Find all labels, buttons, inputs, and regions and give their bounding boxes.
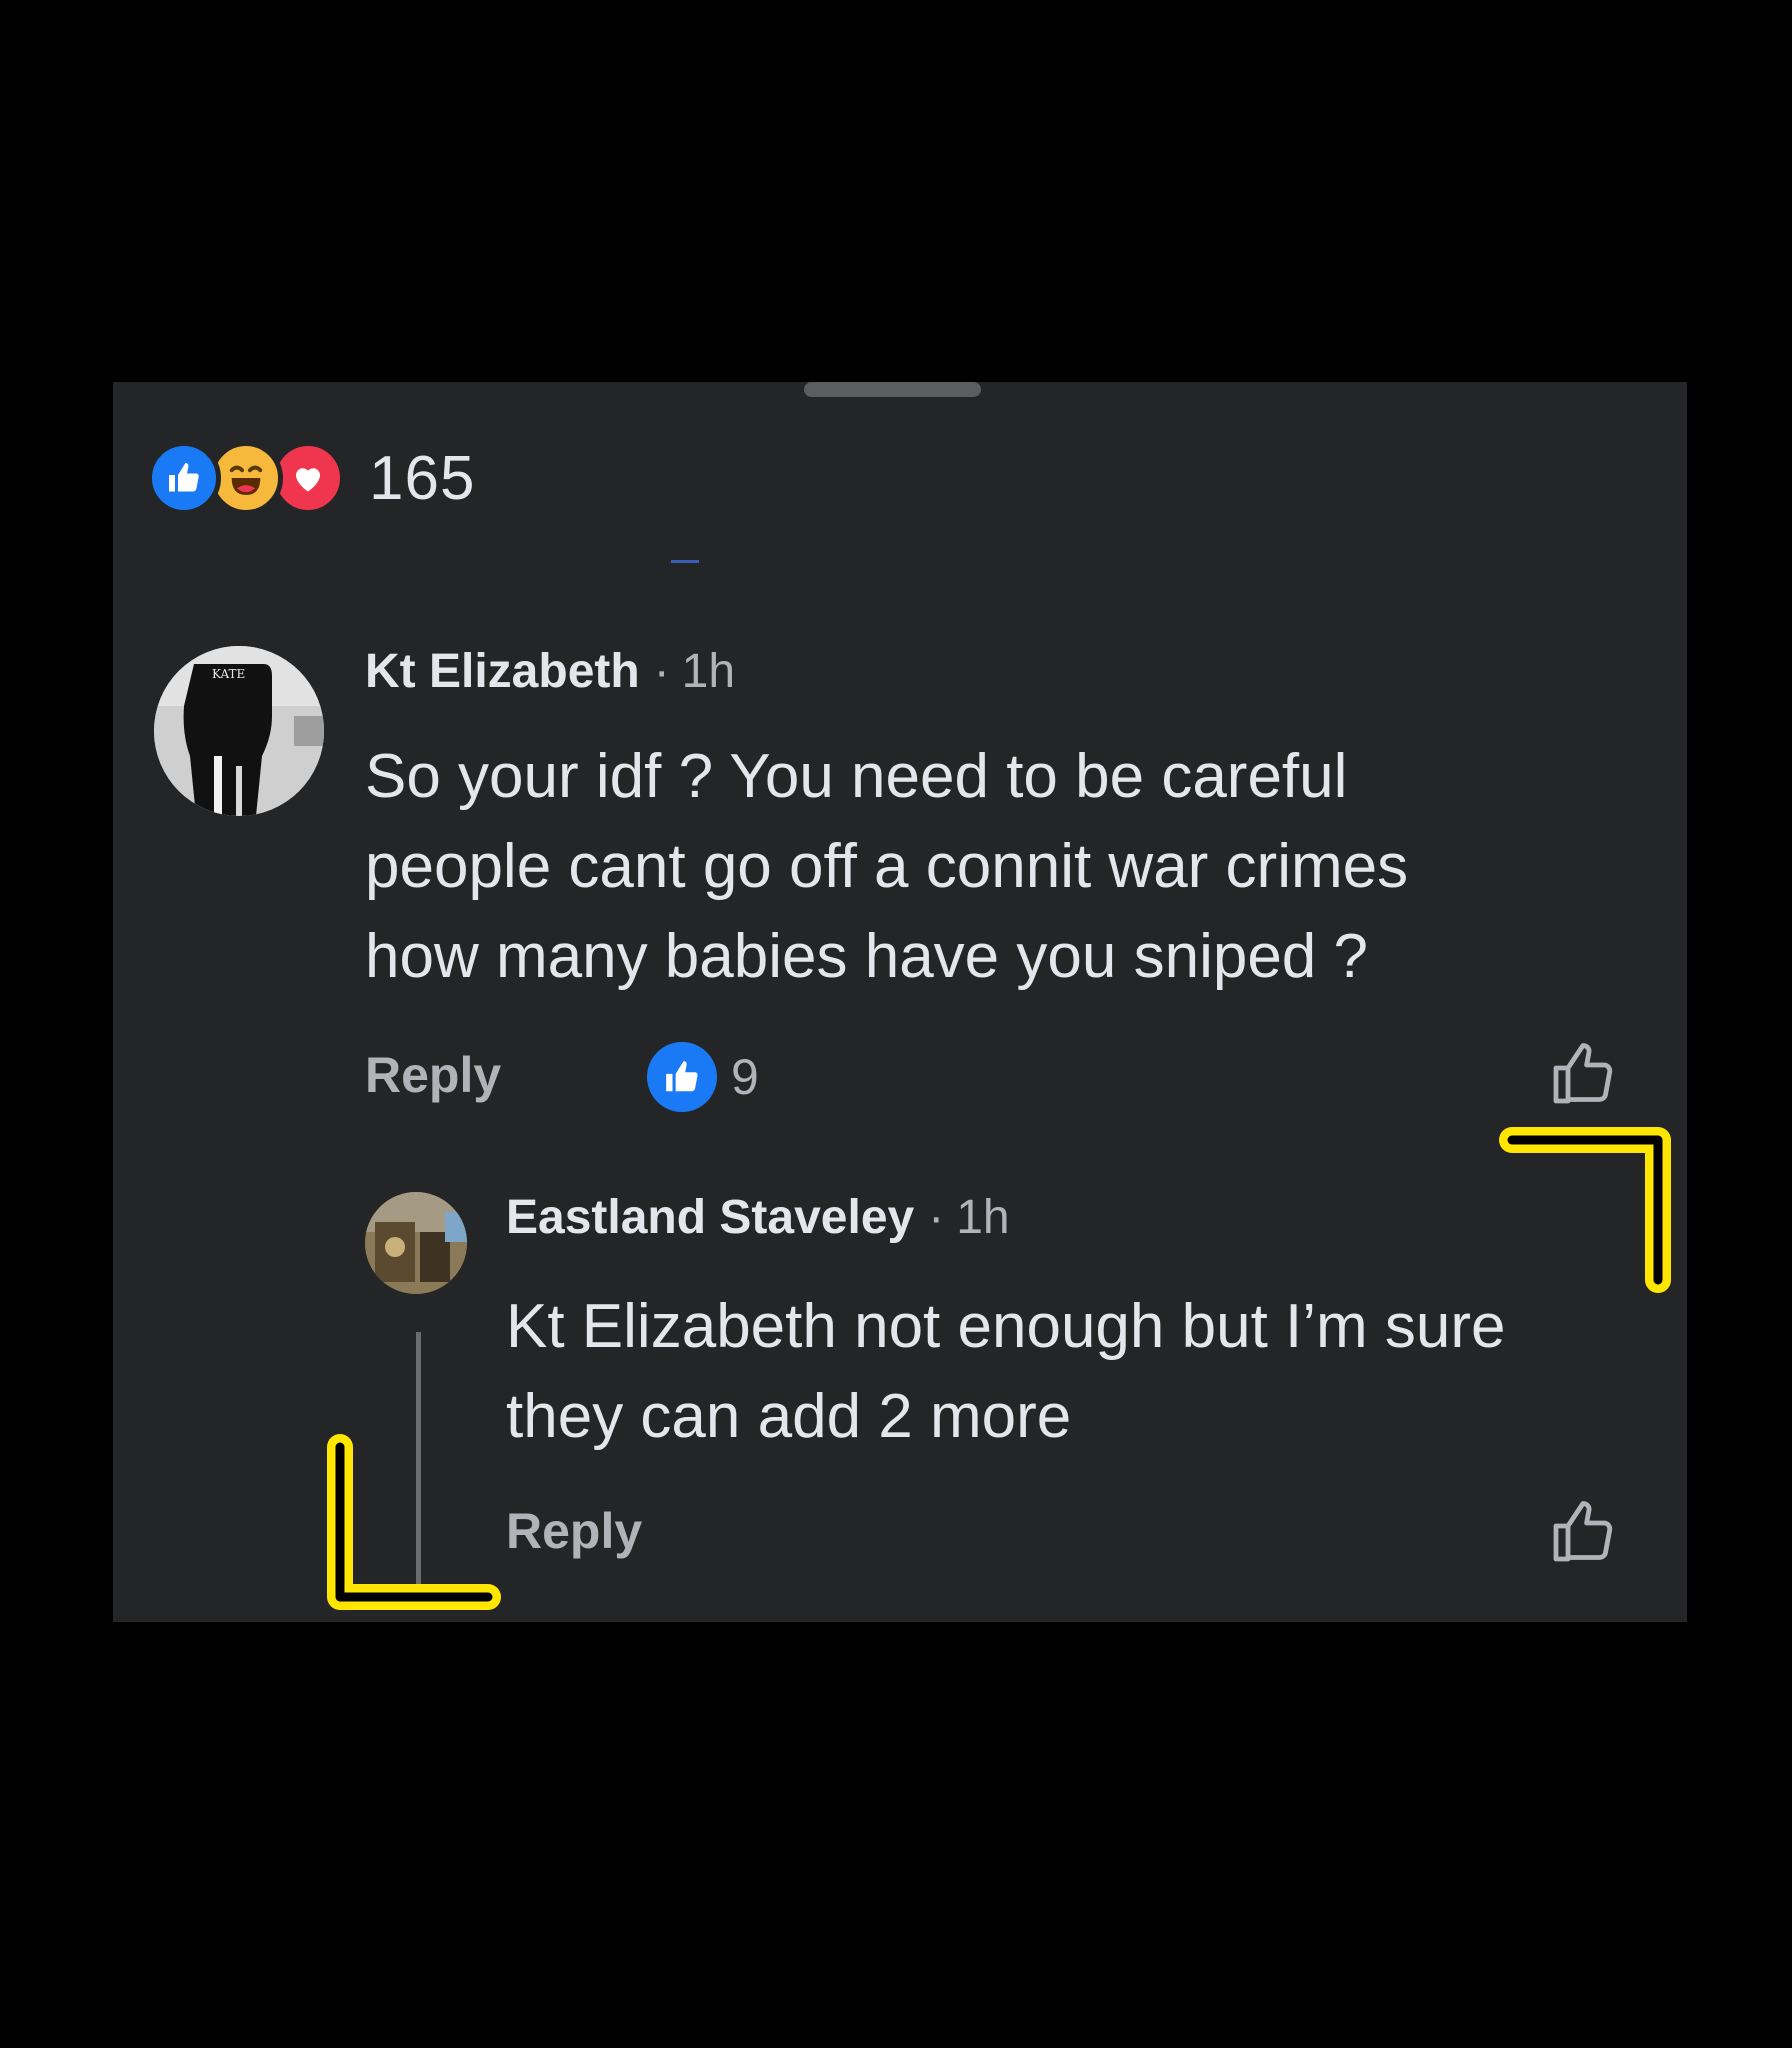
comment-line: how many babies have you sniped ?	[365, 922, 1368, 991]
comment-time[interactable]: 1h	[682, 645, 735, 698]
like-button-icon[interactable]	[1547, 1038, 1619, 1110]
comment-line: Kt Elizabeth not enough but I’m sure	[506, 1292, 1506, 1361]
divider-mark	[671, 560, 699, 563]
like-reaction-icon	[147, 441, 221, 515]
comment-author[interactable]: Eastland Staveley	[506, 1191, 914, 1244]
drag-handle[interactable]	[804, 382, 981, 397]
comments-panel: 165 KATE Kt Elizabeth · 1h So your idf ? Y…	[113, 382, 1687, 1622]
reply-button[interactable]: Reply	[506, 1502, 642, 1560]
comment-like-summary[interactable]: 9	[647, 1042, 759, 1112]
separator-dot: ·	[928, 1191, 945, 1244]
comment-time[interactable]: 1h	[956, 1191, 1009, 1244]
reaction-count: 165	[369, 443, 476, 513]
comment-author[interactable]: Kt Elizabeth	[365, 645, 640, 698]
comment-header: Eastland Staveley · 1h	[506, 1190, 1010, 1245]
comment-line: they can add 2 more	[506, 1382, 1072, 1451]
avatar[interactable]: KATE	[154, 646, 324, 816]
reply-button[interactable]: Reply	[365, 1046, 501, 1104]
avatar[interactable]	[365, 1192, 467, 1294]
comment-line: people cant go off a connit war crimes	[365, 832, 1409, 901]
comment-line: So your idf ? You need to be careful	[365, 742, 1348, 811]
reactions-summary[interactable]: 165	[147, 441, 476, 515]
separator-dot: ·	[653, 645, 670, 698]
like-count: 9	[731, 1049, 759, 1105]
like-reaction-icon	[647, 1042, 717, 1112]
thread-connector-line	[416, 1332, 421, 1592]
like-button-icon[interactable]	[1547, 1496, 1619, 1568]
comment-body: Kt Elizabeth not enough but I’m sure the…	[506, 1282, 1506, 1462]
avatar-shirt-text: KATE	[212, 667, 245, 681]
comment-header: Kt Elizabeth · 1h	[365, 644, 735, 699]
comment-body: So your idf ? You need to be careful peo…	[365, 732, 1408, 1002]
